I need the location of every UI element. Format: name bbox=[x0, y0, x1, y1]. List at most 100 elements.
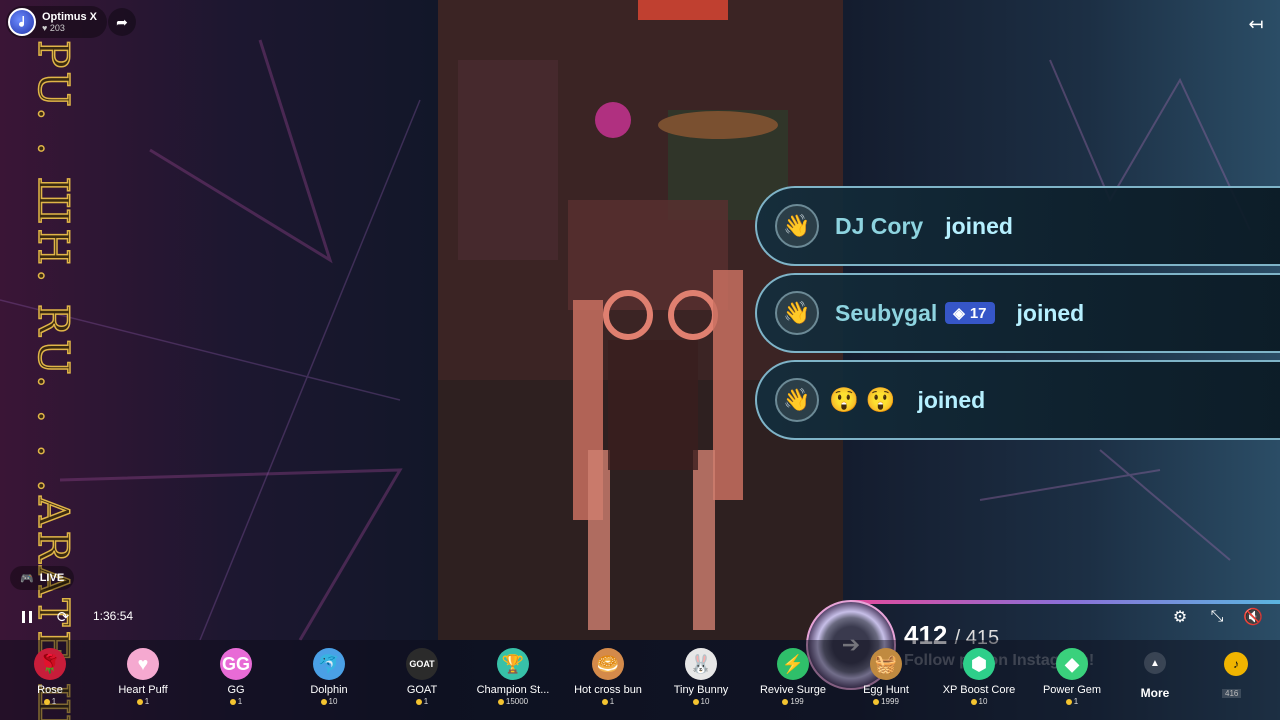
gift-price: 1 bbox=[191, 697, 281, 707]
playback-time: 1:36:54 bbox=[93, 609, 134, 623]
gift-price-value: 1 bbox=[423, 697, 429, 706]
gift-name: XP Boost Core bbox=[942, 684, 1016, 696]
bun-icon: 🥯 bbox=[592, 648, 624, 680]
more-label: More bbox=[1140, 686, 1170, 700]
gift-item[interactable]: GG GG 1 bbox=[191, 646, 281, 716]
join-action-text: joined bbox=[917, 386, 986, 413]
level-badge-value: 17 bbox=[969, 304, 987, 322]
exit-icon[interactable]: ↤ bbox=[1244, 14, 1268, 38]
gift-item[interactable]: GOAT GOAT 1 bbox=[377, 646, 467, 716]
gift-item[interactable]: 🐬 Dolphin 10 bbox=[284, 646, 374, 716]
coin-icon bbox=[43, 698, 50, 705]
gift-name: Dolphin bbox=[310, 684, 348, 696]
tiktok-coin-button[interactable]: ♪ bbox=[1224, 652, 1248, 676]
gift-price: 10 bbox=[934, 697, 1024, 707]
gift-price-value: 15000 bbox=[505, 697, 529, 706]
host-avatar[interactable] bbox=[8, 8, 36, 36]
host-viewer-count-value: 203 bbox=[49, 23, 65, 33]
gift-price-value: 199 bbox=[790, 697, 804, 706]
coin-icon bbox=[692, 698, 699, 705]
settings-button[interactable]: ⚙ bbox=[1169, 606, 1191, 628]
dolphin-icon: 🐬 bbox=[313, 648, 345, 680]
refresh-button[interactable]: ⟳ bbox=[52, 606, 74, 628]
share-button[interactable]: ➦ bbox=[108, 8, 136, 36]
gift-price: 199 bbox=[748, 697, 838, 707]
gift-price: 1 bbox=[5, 697, 95, 707]
coin-icon bbox=[497, 698, 504, 705]
gift-price: 1 bbox=[377, 697, 467, 707]
pause-button[interactable] bbox=[18, 606, 36, 628]
wave-hand-icon: 👋 bbox=[775, 204, 819, 248]
gift-item[interactable]: 🐰 Tiny Bunny 10 bbox=[656, 646, 746, 716]
gift-item[interactable]: ⬢ XP Boost Core 10 bbox=[934, 646, 1024, 716]
gift-price: 1 bbox=[98, 697, 188, 707]
bunny-icon: 🐰 bbox=[685, 648, 717, 680]
gift-name: Heart Puff bbox=[118, 684, 168, 696]
gift-price-value: 10 bbox=[328, 697, 338, 706]
diamond-icon: ◈ bbox=[953, 305, 965, 322]
heart-puff-icon: ♥ bbox=[127, 648, 159, 680]
coin-icon bbox=[1065, 698, 1072, 705]
coin-icon bbox=[320, 698, 327, 705]
gift-item[interactable]: ♥ Heart Puff 1 bbox=[98, 646, 188, 716]
host-info[interactable]: Optimus X ♥ 203 bbox=[6, 6, 108, 38]
coin-icon bbox=[136, 698, 143, 705]
rose-icon: 🌹 bbox=[34, 648, 66, 680]
egg-basket-icon: 🧺 bbox=[870, 648, 902, 680]
more-gifts-button[interactable]: ▲ More bbox=[1128, 650, 1182, 700]
pause-icon bbox=[22, 611, 32, 623]
gift-price: 10 bbox=[284, 697, 374, 707]
gift-name: GOAT bbox=[406, 684, 438, 696]
gift-name: Revive Surge bbox=[759, 684, 827, 696]
tiktok-icon: ♪ bbox=[1233, 657, 1239, 671]
wave-hand-icon: 👋 bbox=[775, 291, 819, 335]
live-label: LIVE bbox=[39, 572, 65, 584]
gift-price: 15000 bbox=[468, 697, 558, 707]
gift-price: 1 bbox=[563, 697, 653, 707]
join-notification: 👋 😲 😲 joined bbox=[755, 360, 1280, 440]
gift-price-value: 1 bbox=[1073, 697, 1079, 706]
gift-price: 10 bbox=[656, 697, 746, 707]
gamepad-icon: 🎮 bbox=[20, 572, 34, 585]
gift-name: Power Gem bbox=[1042, 684, 1102, 696]
coin-icon bbox=[601, 698, 608, 705]
gift-item[interactable]: 🏆 Champion St... 15000 bbox=[468, 646, 558, 716]
join-username: Seubygal bbox=[835, 299, 938, 326]
gift-price-value: 1 bbox=[237, 697, 243, 706]
live-stream-viewer: PU. . ШН. RU. . . .ARATE ШН. F. R Optimu… bbox=[0, 0, 1280, 720]
champion-icon: 🏆 bbox=[497, 648, 529, 680]
level-badge: ◈ 17 bbox=[945, 302, 995, 324]
xp-boost-icon: ⬢ bbox=[963, 648, 995, 680]
gift-item[interactable]: 🧺 Egg Hunt 1999 bbox=[841, 646, 931, 716]
power-gem-icon: ◆ bbox=[1056, 648, 1088, 680]
join-emoji-username: 😲 😲 bbox=[829, 386, 896, 414]
gift-price-value: 1 bbox=[609, 697, 615, 706]
gg-icon: GG bbox=[220, 648, 252, 680]
coin-icon bbox=[873, 698, 880, 705]
gear-icon: ⚙ bbox=[1172, 609, 1188, 626]
exit-fullscreen-icon: ⤡ bbox=[1210, 608, 1224, 625]
music-note-icon bbox=[19, 16, 25, 27]
gift-name: Tiny Bunny bbox=[673, 684, 729, 696]
join-username: DJ Cory bbox=[835, 212, 924, 239]
gift-item[interactable]: 🥯 Hot cross bun 1 bbox=[563, 646, 653, 716]
coin-icon bbox=[415, 698, 422, 705]
gift-price-value: 1 bbox=[144, 697, 150, 706]
mute-button[interactable]: 🔇 bbox=[1242, 606, 1264, 628]
gift-price-value: 10 bbox=[700, 697, 710, 706]
host-name: Optimus X bbox=[42, 11, 98, 23]
gift-item[interactable]: ⚡ Revive Surge 199 bbox=[748, 646, 838, 716]
exit-fullscreen-button[interactable]: ⤡ bbox=[1206, 606, 1228, 628]
wave-hand-icon: 👋 bbox=[775, 378, 819, 422]
gift-item[interactable]: 🌹 Rose 1 bbox=[5, 646, 95, 716]
share-arrow-icon: ➦ bbox=[116, 13, 128, 30]
live-badge[interactable]: 🎮 LIVE bbox=[10, 566, 75, 590]
gift-name: Hot cross bun bbox=[574, 684, 642, 696]
revive-icon: ⚡ bbox=[777, 648, 809, 680]
goal-progress-bar bbox=[850, 600, 1280, 604]
gift-name: Egg Hunt bbox=[863, 684, 909, 696]
gift-item[interactable]: ◆ Power Gem 1 bbox=[1027, 646, 1117, 716]
coin-icon bbox=[229, 698, 236, 705]
gift-count-tag: 416 bbox=[1222, 689, 1242, 698]
host-viewer-count: ♥ 203 bbox=[42, 23, 65, 33]
